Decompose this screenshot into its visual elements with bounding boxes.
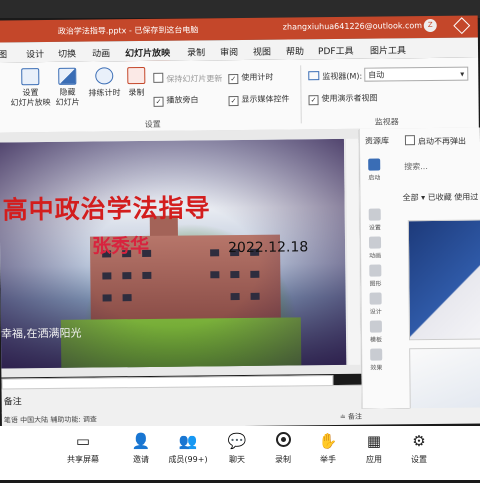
ribbon: 设置 幻灯片放映 隐藏 幻灯片 排练计时 录制 保持幻灯片更新 ✓ 播放旁白 ✓ 使… — [0, 57, 479, 134]
record-icon — [127, 66, 146, 85]
raise-hand-button[interactable]: ✋ 举手 — [303, 432, 353, 465]
tab-record[interactable]: 录制 — [187, 45, 205, 58]
tab-help[interactable]: 帮助 — [286, 44, 304, 57]
resource-pane: 资源库 启动不再弹出 搜索... 全部 ▾ 已收藏 使用过 启动 设置 动画 图… — [358, 127, 480, 411]
effects-icon — [370, 348, 383, 361]
current-slide[interactable]: 高中政治学法指导 张秀华 2022.12.18 幸福,在洒满阳光 — [0, 138, 347, 369]
template-thumbnail[interactable] — [409, 347, 480, 411]
settings-icon — [368, 208, 381, 221]
record-button[interactable]: 录制 — [258, 432, 308, 465]
apps-icon: ▦ — [366, 432, 382, 450]
apps-button[interactable]: ▦ 应用 — [349, 432, 399, 465]
tab-design[interactable]: 设计 — [26, 47, 44, 60]
hide-slide-icon — [58, 67, 77, 85]
setup-slideshow-button[interactable]: 设置 幻灯片放映 — [8, 68, 52, 108]
rehearse-timings-button[interactable]: 排练计时 — [86, 67, 122, 98]
side-item-settings[interactable]: 设置 — [367, 208, 383, 232]
tab-animations[interactable]: 动画 — [92, 46, 110, 59]
group-monitor-label: 监视器 — [374, 117, 399, 127]
setup-slideshow-label: 设置 幻灯片放映 — [10, 88, 51, 108]
dont-show-again-checkbox[interactable]: 启动不再弹出 — [404, 135, 466, 148]
presenter-view-label: 使用演示者视图 — [321, 93, 378, 104]
use-timings-checkbox[interactable]: ✓ 使用计时 — [228, 72, 274, 85]
record-slideshow-label: 录制 — [128, 87, 145, 98]
resource-pane-title: 资源库 — [364, 136, 390, 146]
record-icon — [273, 432, 293, 450]
chat-icon: 💬 — [227, 432, 247, 450]
keep-updated-label: 保持幻灯片更新 — [166, 74, 223, 84]
monitor-select[interactable]: 自动 ▾ — [364, 66, 469, 82]
tab-transitions[interactable]: 切换 — [58, 47, 76, 60]
use-timings-label: 使用计时 — [241, 72, 274, 82]
tab-review[interactable]: 审阅 — [220, 45, 238, 58]
start-icon — [368, 158, 381, 171]
monitor-value: 自动 — [368, 70, 385, 80]
notes-label: 备注 — [3, 397, 22, 408]
side-item-design[interactable]: 设计 — [368, 292, 384, 316]
tab-insert[interactable]: 图 — [0, 47, 7, 60]
chat-button[interactable]: 💬 聊天 — [212, 432, 262, 465]
diamond-icon[interactable] — [453, 17, 471, 35]
invite-button[interactable]: 👤 邀请 — [116, 432, 166, 465]
tab-picture-tools[interactable]: 图片工具 — [370, 43, 406, 56]
tab-pdf-tools[interactable]: PDF工具 — [318, 44, 354, 57]
record-slideshow-button[interactable]: 录制 — [125, 66, 147, 98]
document-name: 政治学法指导.pptx - 已保存到这台电脑 — [57, 25, 199, 36]
templates-icon — [369, 320, 382, 333]
animation-icon — [368, 236, 382, 249]
side-item-animation[interactable]: 动画 — [367, 236, 383, 260]
share-screen-button[interactable]: ▭ 共享屏幕 — [58, 432, 108, 465]
side-item-templates[interactable]: 模板 — [368, 320, 384, 344]
template-thumbnail[interactable] — [407, 219, 480, 341]
hand-icon: ✋ — [318, 432, 338, 450]
keep-updated-checkbox[interactable]: 保持幻灯片更新 — [153, 72, 222, 85]
slide-caption: 幸福,在洒满阳光 — [0, 326, 82, 341]
settings-button[interactable]: ⚙ 设置 — [394, 432, 444, 465]
media-controls-label: 显示媒体控件 — [241, 94, 290, 104]
gear-icon: ⚙ — [412, 432, 426, 450]
shapes-icon — [369, 264, 382, 277]
side-item-shapes[interactable]: 图形 — [367, 264, 383, 288]
notes-toggle-button[interactable]: ≐ 备注 — [340, 412, 362, 422]
stopwatch-icon — [95, 67, 114, 85]
share-screen-icon: ▭ — [75, 432, 91, 450]
account-email[interactable]: zhangxiuhua641226@outlook.com — [283, 21, 422, 31]
presenter-view-checkbox[interactable]: ✓ 使用演示者视图 — [308, 93, 378, 106]
slide-date: 2022.12.18 — [228, 239, 309, 257]
side-item-start[interactable]: 启动 — [366, 158, 382, 182]
chevron-down-icon: ▾ — [460, 69, 465, 79]
ribbon-divider — [300, 65, 302, 124]
members-icon: 👥 — [178, 432, 198, 450]
hide-slide-button[interactable]: 隐藏 幻灯片 — [53, 67, 81, 108]
side-item-effects[interactable]: 效果 — [368, 348, 384, 372]
avatar[interactable]: Z — [423, 18, 437, 33]
add-user-icon: 👤 — [131, 432, 151, 450]
narration-checkbox[interactable]: ✓ 播放旁白 — [153, 94, 199, 107]
slide-author: 张秀华 — [91, 234, 150, 258]
tab-view[interactable]: 视图 — [253, 45, 271, 58]
vertical-scrollbar[interactable] — [345, 138, 361, 365]
meeting-toolbar: ▭ 共享屏幕 👤 邀请 👥 成员(99+) 💬 聊天 录制 ✋ 举手 ▦ 应用 ⚙ 设置 — [0, 426, 480, 480]
rehearse-timings-label: 排练计时 — [88, 88, 121, 98]
setup-icon — [21, 68, 40, 86]
hide-slide-label: 隐藏 幻灯片 — [55, 87, 80, 107]
design-icon — [369, 292, 382, 305]
resource-search-input[interactable]: 搜索... — [404, 161, 428, 172]
screen-frame: 政治学法指导.pptx - 已保存到这台电脑 zhangxiuhua641226… — [0, 0, 480, 483]
narration-label: 播放旁白 — [166, 95, 199, 105]
status-left: 笔语 中国大陆 辅助功能: 调查 — [3, 415, 97, 425]
slide-editor: 高中政治学法指导 张秀华 2022.12.18 幸福,在洒满阳光 — [0, 128, 362, 391]
monitor-label: 监视器(M): — [308, 71, 362, 83]
group-setup-label: 设置 — [144, 119, 161, 129]
slide-title: 高中政治学法指导 — [2, 193, 211, 225]
media-controls-checkbox[interactable]: ✓ 显示媒体控件 — [228, 93, 290, 107]
members-button[interactable]: 👥 成员(99+) — [163, 432, 213, 465]
monitor-icon — [308, 71, 320, 81]
resource-filter[interactable]: 全部 ▾ 已收藏 使用过 — [403, 192, 479, 204]
